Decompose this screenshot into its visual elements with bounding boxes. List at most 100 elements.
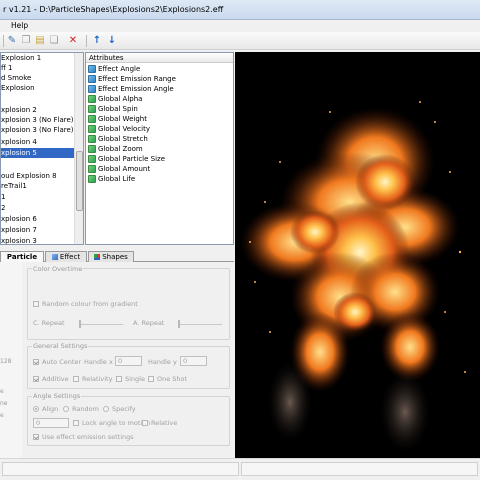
tab-shapes[interactable]: Shapes <box>88 251 134 262</box>
attribute-label: Effect Angle <box>98 65 141 73</box>
attribute-icon <box>88 145 96 153</box>
random-label: Random <box>72 405 99 413</box>
list-item[interactable]: ff 1 <box>1 63 13 73</box>
attribute-icon <box>88 135 96 143</box>
status-pane <box>2 462 239 476</box>
list-item[interactable]: 2 <box>1 203 5 213</box>
tab-particle-label: Particle <box>6 253 38 261</box>
attribute-label: Global Stretch <box>98 135 148 143</box>
attribute-icon <box>88 95 96 103</box>
tab-effect[interactable]: Effect <box>45 251 87 262</box>
list-item[interactable]: 1 <box>1 192 5 202</box>
list-item[interactable]: xplosion 7 <box>1 225 37 235</box>
auto-center-checkbox[interactable] <box>33 359 39 365</box>
explosion-preview-image <box>240 101 466 452</box>
relativity-checkbox[interactable] <box>73 376 79 382</box>
attribute-icon <box>88 155 96 163</box>
list-item[interactable]: xplosion 3 <box>1 236 37 244</box>
single-checkbox[interactable] <box>116 376 122 382</box>
move-up-icon[interactable]: ↑ <box>91 35 103 47</box>
a-repeat-slider[interactable] <box>178 324 222 325</box>
move-down-icon[interactable]: ↓ <box>106 35 118 47</box>
attribute-label: Effect Emission Range <box>98 75 176 83</box>
clone-icon[interactable]: ❏ <box>48 35 60 47</box>
auto-center-label: Auto Center <box>42 358 82 366</box>
window-title: r v1.21 - D:\ParticleShapes\Explosions2\… <box>3 5 224 14</box>
toolbar: ✎ ❐ ▤ ❏ ✕ ↑ ↓ <box>0 32 480 50</box>
shapes-icon <box>94 254 101 260</box>
copy-icon[interactable]: ❐ <box>20 35 32 47</box>
tab-shapes-label: Shapes <box>102 253 128 261</box>
specify-label: Specify <box>112 405 136 413</box>
relativity-label: Relativity <box>82 375 113 383</box>
emitter-list-scrollbar[interactable] <box>74 53 83 244</box>
use-effect-emission-checkbox[interactable] <box>33 434 39 440</box>
list-item[interactable]: Explosion <box>1 83 35 93</box>
general-settings-legend: General Settings <box>32 342 89 350</box>
c-repeat-label: C. Repeat <box>33 319 65 327</box>
left-strip-text: e <box>0 388 4 395</box>
attribute-label: Global Alpha <box>98 95 143 103</box>
list-item[interactable]: oud Explosion 8 <box>1 171 57 181</box>
attribute-icon <box>88 105 96 113</box>
tool-icon[interactable]: ✎ <box>6 35 18 47</box>
attribute-label: Global Life <box>98 175 136 183</box>
handle-y-label: Handle y <box>148 358 177 366</box>
align-radio[interactable] <box>33 406 39 412</box>
additive-checkbox[interactable] <box>33 376 39 382</box>
random-radio[interactable] <box>63 406 69 412</box>
attribute-icon <box>88 125 96 133</box>
menu-bar: Help <box>0 20 480 32</box>
random-colour-checkbox[interactable] <box>33 301 39 307</box>
c-repeat-slider-knob[interactable] <box>79 320 81 328</box>
attribute-icon <box>88 85 96 93</box>
attribute-label: Effect Emission Angle <box>98 85 174 93</box>
additive-label: Additive <box>42 375 69 383</box>
left-strip: 128 e ne e <box>0 262 22 458</box>
handle-y-field[interactable]: 0 <box>180 356 207 366</box>
c-repeat-slider[interactable] <box>79 324 123 325</box>
list-item[interactable]: xplosion 2 <box>1 105 37 115</box>
paste-icon[interactable]: ▤ <box>34 35 46 47</box>
attribute-icon <box>88 75 96 83</box>
status-pane <box>241 462 478 476</box>
list-item[interactable]: xplosion 3 (No Flare) a <box>1 115 80 125</box>
left-strip-text: ne <box>0 400 8 407</box>
specify-radio[interactable] <box>103 406 109 412</box>
one-shot-label: One Shot <box>157 375 188 383</box>
color-overtime-legend: Color Overtime <box>32 265 84 273</box>
emitter-list[interactable]: Explosion 1 ff 1 d Smoke Explosion xplos… <box>0 52 84 245</box>
toolbar-separator <box>86 35 87 47</box>
scrollbar-thumb[interactable] <box>76 151 83 211</box>
a-repeat-label: A. Repeat <box>133 319 165 327</box>
title-bar: r v1.21 - D:\ParticleShapes\Explosions2\… <box>0 0 480 20</box>
attribute-label: Global Spin <box>98 105 138 113</box>
attributes-header: Attributes <box>86 53 233 63</box>
handle-x-label: Handle x <box>84 358 113 366</box>
delete-icon[interactable]: ✕ <box>67 35 79 47</box>
list-item-selected[interactable]: xplosion 5 <box>1 148 75 158</box>
relative-checkbox[interactable] <box>142 420 148 426</box>
particle-preview-canvas[interactable] <box>235 52 480 458</box>
list-item[interactable]: Explosion 1 <box>1 53 41 63</box>
list-item[interactable]: xplosion 4 <box>1 137 37 147</box>
list-item[interactable]: reTrail1 <box>1 181 27 191</box>
use-effect-emission-label: Use effect emission settings <box>42 433 134 441</box>
attributes-list[interactable]: Attributes Effect Angle Effect Emission … <box>85 52 234 245</box>
a-repeat-slider-knob[interactable] <box>178 320 180 328</box>
list-item[interactable]: xplosion 3 (No Flare) b <box>1 125 80 135</box>
handle-x-field[interactable]: 0 <box>115 356 142 366</box>
status-bar <box>0 458 480 480</box>
left-strip-text: e <box>0 412 4 419</box>
effect-icon <box>51 254 58 260</box>
attribute-label: Global Particle Size <box>98 155 166 163</box>
lock-angle-checkbox[interactable] <box>73 420 79 426</box>
random-colour-label: Random colour from gradient <box>42 300 138 308</box>
single-label: Single <box>125 375 145 383</box>
one-shot-checkbox[interactable] <box>148 376 154 382</box>
list-item[interactable]: xplosion 6 <box>1 214 37 224</box>
angle-field[interactable]: 0 <box>33 418 69 428</box>
menu-help[interactable]: Help <box>11 21 28 30</box>
attribute-icon <box>88 65 96 73</box>
list-item[interactable]: d Smoke <box>1 73 31 83</box>
